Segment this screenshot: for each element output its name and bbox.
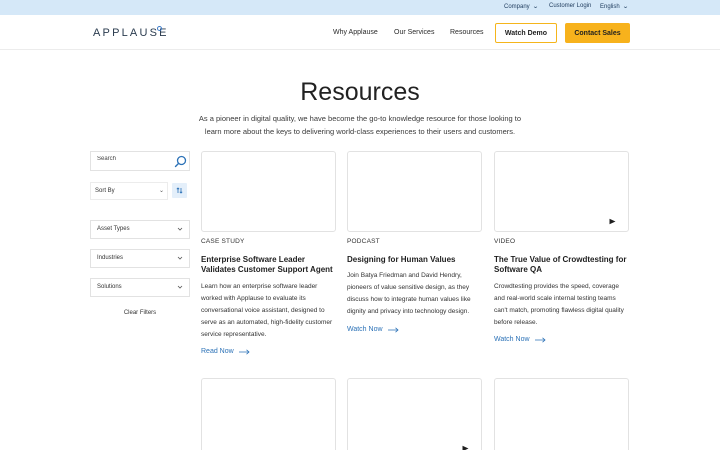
sort-arrows-icon (176, 187, 183, 194)
customer-login-link[interactable]: Customer Login (549, 3, 591, 9)
nav-our-services[interactable]: Our Services (394, 29, 434, 36)
card-description: Join Batya Friedman and David Hendry, pi… (347, 272, 471, 315)
filter-label: Asset Types (97, 226, 130, 232)
card-thumbnail[interactable] (201, 378, 336, 450)
filter-industries[interactable]: Industries (90, 249, 190, 268)
card-category: PODCAST (347, 238, 380, 245)
intro-text: As a pioneer in digital quality, we have… (180, 112, 540, 138)
chevron-down-icon (177, 227, 183, 231)
filter-asset-types[interactable]: Asset Types (90, 220, 190, 239)
chevron-down-icon: ⌄ (531, 4, 539, 10)
page-title: Resources (300, 78, 420, 106)
filter-label: Solutions (97, 284, 122, 290)
nav-resources[interactable]: Resources (450, 29, 483, 36)
card-link-label: Watch Now (347, 326, 383, 333)
main-header: APPLAUSE Why Applause Our Services Resou… (0, 15, 720, 50)
language-label: English (600, 3, 620, 10)
card-thumbnail[interactable] (494, 378, 629, 450)
search-icon[interactable] (174, 155, 187, 168)
sort-label: Sort By (95, 188, 115, 194)
card-description: Learn how an enterprise software leader … (201, 283, 333, 338)
sort-row: Sort By ⌄ (90, 182, 190, 200)
card-thumbnail[interactable] (494, 151, 629, 232)
play-icon (609, 218, 616, 225)
card-title[interactable]: Designing for Human Values (347, 255, 487, 265)
clear-filters-link[interactable]: Clear Filters (90, 310, 190, 316)
filter-label: Industries (97, 255, 124, 261)
logo-dot-icon (157, 26, 162, 31)
filter-solutions[interactable]: Solutions (90, 278, 190, 297)
nav-why-applause[interactable]: Why Applause (333, 29, 378, 36)
card-title[interactable]: Enterprise Software Leader Validates Cus… (201, 255, 341, 275)
arrow-right-icon (534, 336, 546, 343)
chevron-down-icon: ⌄ (621, 4, 629, 10)
play-icon (462, 445, 469, 450)
card-link-label: Watch Now (494, 336, 530, 343)
card-category: CASE STUDY (201, 238, 245, 245)
company-menu[interactable]: Company ⌄ (504, 3, 539, 11)
sort-order-toggle[interactable] (172, 183, 187, 198)
utility-bar: Company ⌄ Customer Login English ⌄ (0, 0, 720, 15)
search-box (90, 151, 190, 171)
read-now-link[interactable]: Read Now (201, 348, 250, 355)
customer-login-label: Customer Login (549, 3, 592, 9)
card-thumbnail[interactable] (347, 151, 482, 232)
intro-line: learn more about the keys to delivering … (204, 127, 516, 136)
company-label: Company (504, 3, 530, 10)
card-link-label: Read Now (201, 348, 234, 355)
watch-demo-button[interactable]: Watch Demo (495, 23, 557, 43)
language-menu[interactable]: English ⌄ (600, 3, 629, 11)
chevron-down-icon (177, 256, 183, 260)
card-category: VIDEO (494, 238, 516, 245)
watch-now-link[interactable]: Watch Now (347, 326, 399, 333)
arrow-right-icon (387, 326, 399, 333)
card-thumbnail[interactable] (201, 151, 336, 232)
contact-sales-button[interactable]: Contact Sales (565, 23, 630, 43)
card-title[interactable]: The True Value of Crowdtesting for Softw… (494, 255, 634, 275)
arrow-right-icon (238, 348, 250, 355)
chevron-down-icon: ⌄ (159, 188, 165, 194)
card-thumbnail[interactable] (347, 378, 482, 450)
watch-now-link[interactable]: Watch Now (494, 336, 546, 343)
intro-line: As a pioneer in digital quality, we have… (198, 114, 522, 123)
search-input[interactable] (97, 156, 167, 162)
card-description: Crowdtesting provides the speed, coverag… (494, 283, 624, 326)
chevron-down-icon (177, 285, 183, 289)
sort-select[interactable]: Sort By ⌄ (90, 182, 168, 200)
